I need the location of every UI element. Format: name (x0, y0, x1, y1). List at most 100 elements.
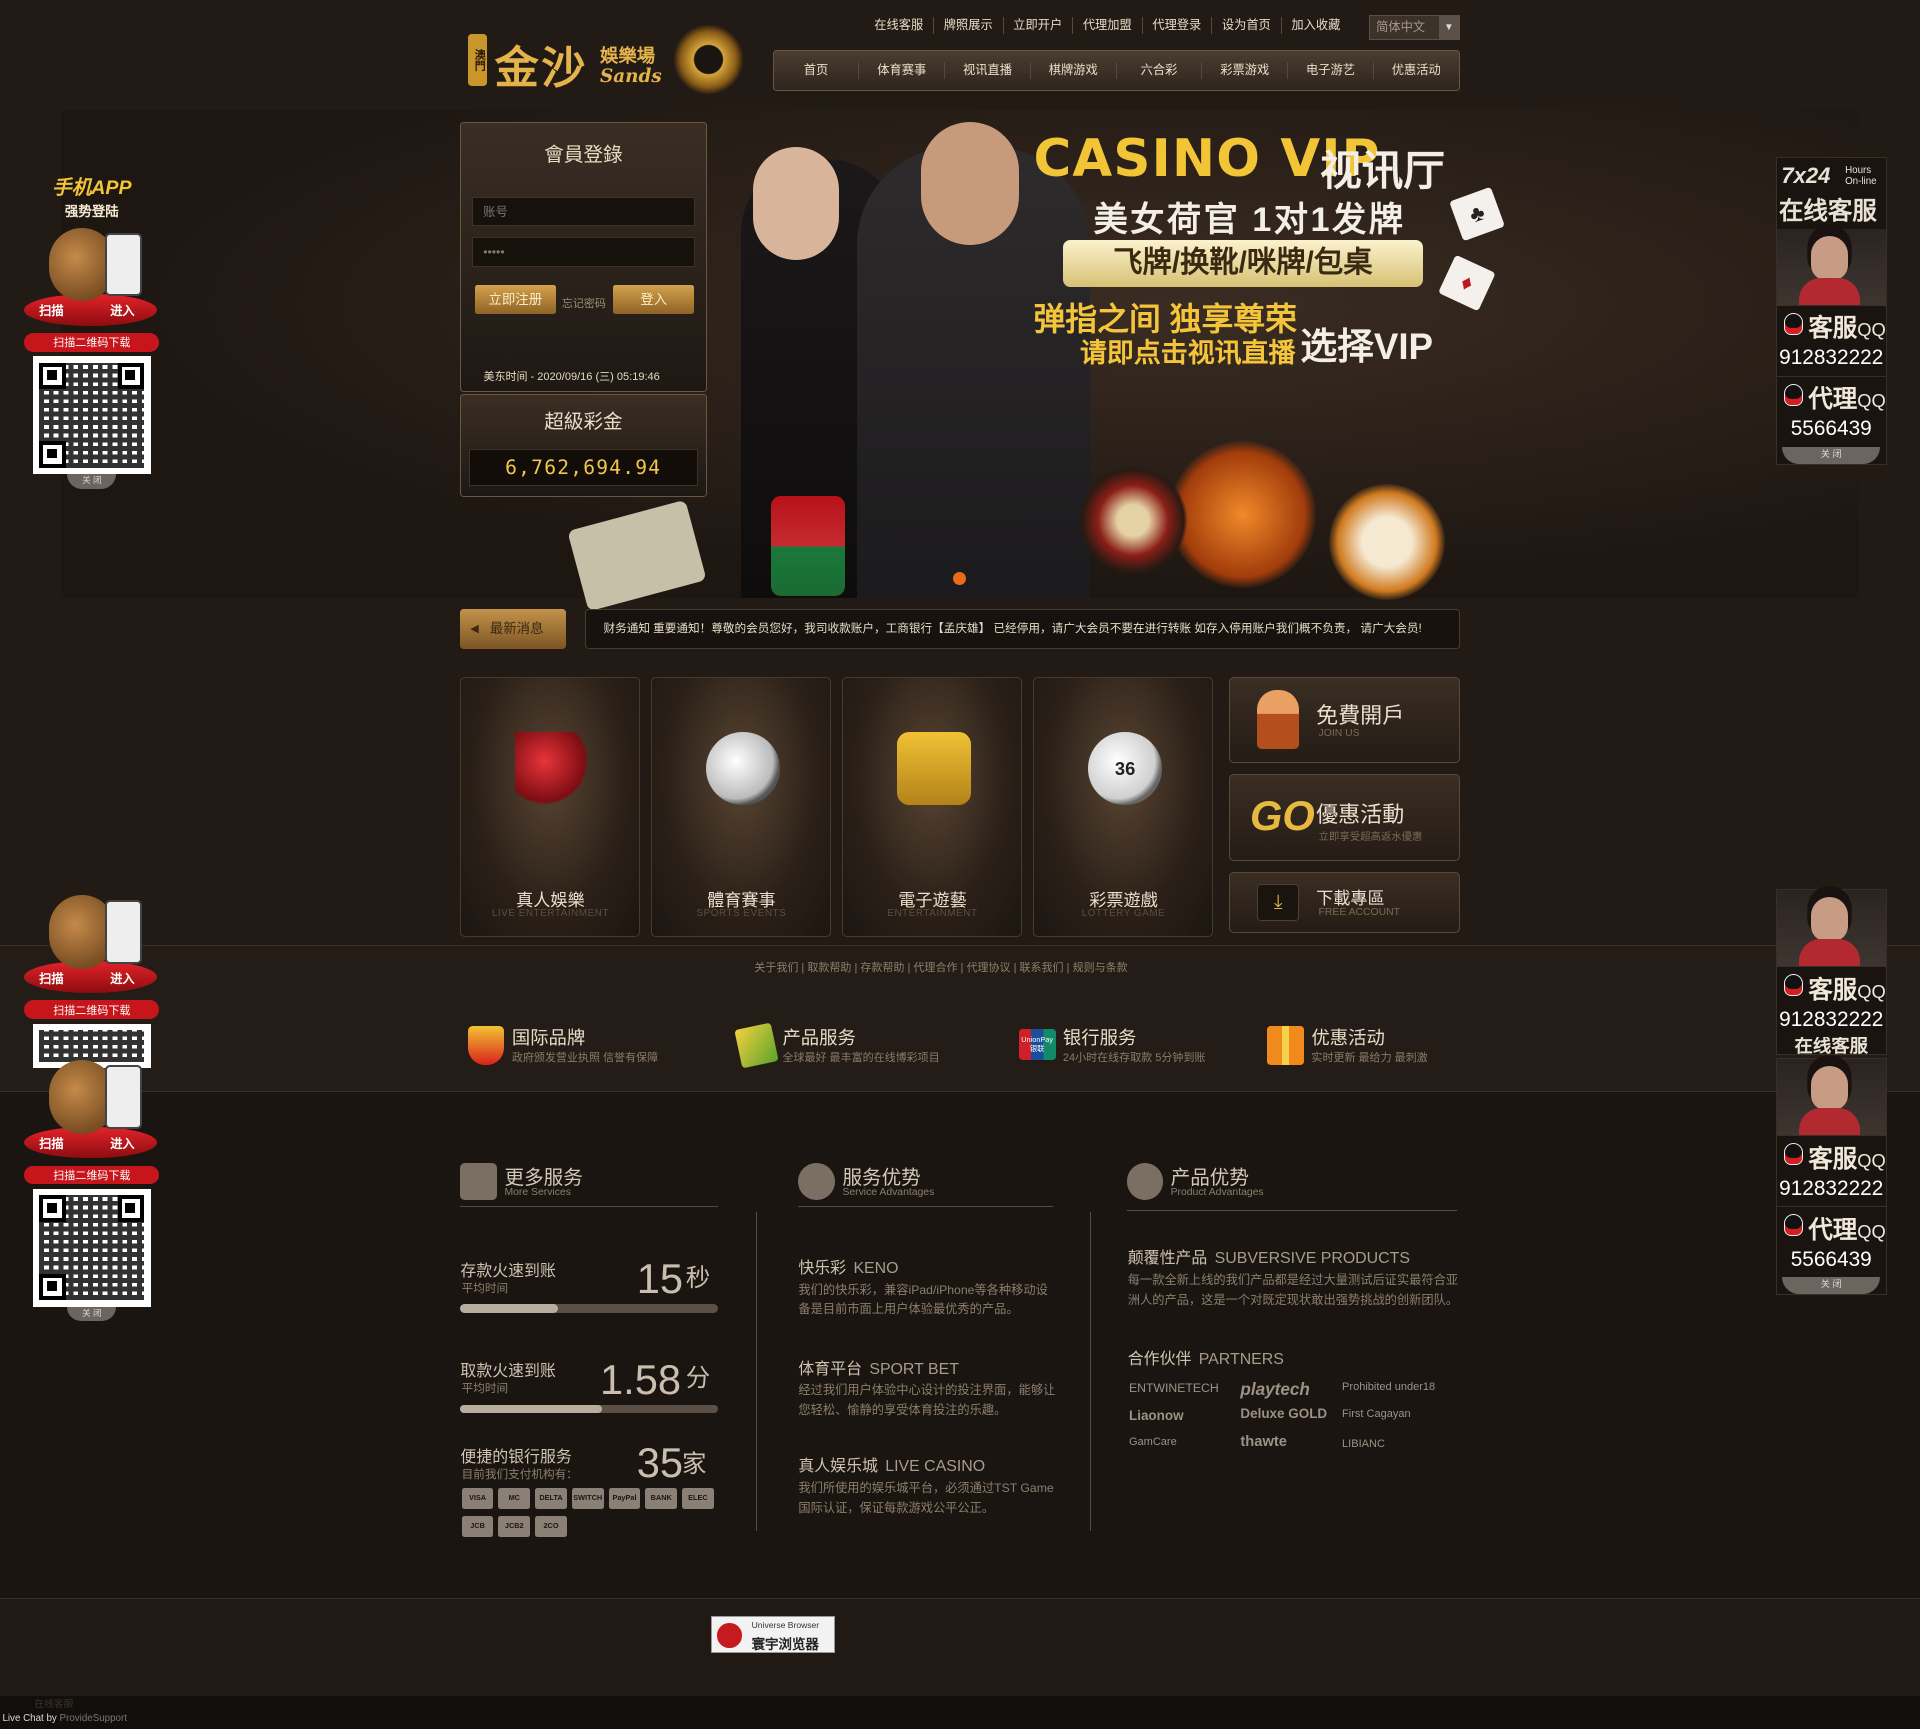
banner-line3: 请即点击视讯直播 (1080, 337, 1296, 368)
password-input[interactable] (472, 237, 696, 267)
scan-label: 扫描 (39, 1136, 64, 1151)
jackpot-title: 超級彩金 (544, 411, 623, 434)
nav-sports[interactable]: 体育赛事 (859, 61, 946, 79)
service-cn: 快乐彩 (798, 1260, 847, 1278)
top-link-agent-login[interactable]: 代理登录 (1143, 17, 1213, 35)
top-link-homepage[interactable]: 设为首页 (1212, 17, 1282, 35)
live-chat-link[interactable]: Live Chat by ProvideSupport (2, 1713, 127, 1724)
soccer-ball-icon (706, 732, 780, 806)
site-logo[interactable]: 澳門 金沙 娛樂場 Sands (465, 22, 747, 100)
partners-title: 合作伙伴 PARTNERS (1128, 1346, 1284, 1369)
stat-sub: 平均时间 (461, 1281, 509, 1295)
login-title: 會員登錄 (544, 144, 623, 167)
kefu-qq-button[interactable]: 客服QQ (1776, 304, 1886, 342)
service-desc: 我们所使用的娱乐城平台，必须通过TST Game国际认证，保证每款游戏公平公正。 (798, 1481, 1054, 1515)
top-link-license[interactable]: 牌照展示 (934, 17, 1004, 35)
feature-title: 银行服务 (1062, 1026, 1137, 1048)
feature-sub: 全球最好 最丰富的在线博彩项目 (782, 1052, 940, 1065)
partners-cn: 合作伙伴 (1127, 1350, 1192, 1368)
sun-logo-icon (673, 24, 745, 96)
qr-code (33, 1189, 151, 1307)
bottom-bar (0, 1695, 1920, 1729)
news-label-button[interactable]: 最新消息 (460, 608, 566, 649)
unionpay-text: UnionPay (1021, 1034, 1054, 1044)
column-title: 更多服务 (504, 1166, 583, 1189)
close-button[interactable]: 关 闭 (1782, 446, 1881, 464)
partners-en: PARTNERS (1198, 1350, 1284, 1368)
close-button[interactable]: 关 闭 (67, 473, 117, 489)
mascot-icon: 扫描 进入 (24, 888, 159, 1001)
game-tile-slots[interactable]: 電子遊藝 ENTERTAINMENT (842, 677, 1023, 937)
stat-sub: 平均时间 (461, 1382, 509, 1395)
nav-live[interactable]: 视讯直播 (945, 61, 1031, 79)
jcb2-icon: JCB2 (498, 1515, 531, 1537)
feature-sub: 24小时在线存取款 5分钟到账 (1062, 1052, 1206, 1065)
qr-code (33, 356, 151, 474)
product-title: 颠覆性产品 SUBVERSIVE PRODUCTS (1128, 1245, 1410, 1268)
free-account-card[interactable]: 免費開戶 JOIN US (1229, 677, 1460, 763)
username-input[interactable] (472, 196, 696, 227)
stat-unit: 分 (685, 1365, 711, 1393)
enter-label: 进入 (110, 1136, 135, 1151)
feature-title: 产品服务 (782, 1026, 856, 1048)
close-button[interactable]: 关 闭 (67, 1306, 117, 1322)
game-tile-lottery[interactable]: 36 彩票遊戲 LOTTERY GAME (1033, 677, 1214, 937)
footer-links[interactable]: 关于我们 | 取款帮助 | 存款帮助 | 代理合作 | 代理协议 | 联系我们 … (754, 959, 1127, 975)
logo-suffix: 娛樂場 (599, 44, 656, 66)
nav-home[interactable]: 首页 (774, 61, 860, 79)
register-button[interactable]: 立即注册 (474, 285, 556, 315)
scan-download-label: 扫描二维码下载 (24, 1165, 160, 1185)
divider (755, 1212, 757, 1531)
app-download-float-3: 扫描 进入 扫描二维码下载 关 闭 (24, 1053, 160, 1322)
top-link-bookmark[interactable]: 加入收藏 (1282, 17, 1351, 34)
promo-card[interactable]: GO 優惠活動 立即享受超高返水優惠 (1229, 773, 1460, 861)
app-download-float: 手机APP 强势登陆 扫描 进入 扫描二维码下载 关 闭 (24, 171, 160, 489)
stat-sub: 目前我们支付机构有： (461, 1467, 578, 1481)
service-title: 真人娱乐城 LIVE CASINO (798, 1453, 985, 1476)
nav-lottery[interactable]: 彩票游戏 (1202, 61, 1289, 79)
online-service-float-3: 客服QQ 912832222 代理QQ 5566439 关 闭 (1775, 1057, 1887, 1296)
page: ♣ ♦ CASINO VIP 视讯厅 美女荷官 1对1发牌 飞牌/换靴/咪牌/包… (0, 0, 1920, 1729)
online-service-float: 7x24 Hours On-line 在线客服 客服QQ 912832222 代… (1775, 156, 1887, 465)
dice-icon (515, 732, 589, 806)
nav-marksix[interactable]: 六合彩 (1117, 61, 1203, 79)
delta-icon: DELTA (535, 1487, 567, 1509)
forgot-password-link[interactable]: 忘记密码 (562, 295, 606, 311)
top-link-agent-join[interactable]: 代理加盟 (1073, 17, 1143, 35)
bank-icon: BANK (645, 1487, 678, 1509)
game-label-en: SPORTS EVENTS (696, 908, 787, 920)
logo-en: Sands (599, 66, 662, 88)
agent-qq-button[interactable]: 代理QQ (1776, 1205, 1886, 1244)
partner-logo: Deluxe GOLD (1240, 1405, 1328, 1421)
language-select[interactable]: 简体中文 ▼ (1368, 14, 1460, 41)
stat-unit: 家 (682, 1450, 707, 1478)
universe-browser-en: Universe Browser (751, 1619, 820, 1630)
top-link-service[interactable]: 在线客服 (864, 17, 934, 35)
partner-logo: ENTWINETECH (1128, 1381, 1219, 1396)
universe-browser-badge[interactable]: Universe Browser 寰宇浏览器 (711, 1616, 836, 1654)
qq-icon (1783, 1214, 1804, 1237)
login-button[interactable]: 登入 (613, 285, 695, 315)
top-link-register[interactable]: 立即开户 (1004, 17, 1074, 35)
qq-icon (1783, 384, 1804, 407)
service-cn: 体育平台 (798, 1360, 862, 1378)
stat-title: 取款火速到账 (460, 1362, 556, 1380)
nav-promo[interactable]: 优惠活动 (1374, 62, 1459, 79)
card-sub: JOIN US (1318, 728, 1360, 740)
coin-icon (1126, 1163, 1164, 1200)
nav-slots[interactable]: 电子游艺 (1288, 61, 1374, 79)
divider (1089, 1212, 1092, 1531)
nav-chess[interactable]: 棋牌游戏 (1031, 61, 1117, 79)
stat-bar-fill (460, 1404, 602, 1414)
stat-title: 存款火速到账 (460, 1262, 556, 1280)
stat-bar-fill (460, 1304, 559, 1313)
soccer-fire-icon (1328, 483, 1445, 600)
feature-title: 优惠活动 (1311, 1026, 1385, 1048)
agent-qq-button[interactable]: 代理QQ (1776, 375, 1886, 413)
game-tile-sports[interactable]: 體育賽事 SPORTS EVENTS (651, 677, 832, 937)
kefu-qq-button[interactable]: 客服QQ (1776, 965, 1886, 1004)
download-card[interactable]: ⤓ 下載專區 FREE ACCOUNT (1229, 871, 1460, 934)
kefu-qq-button[interactable]: 客服QQ (1776, 1134, 1886, 1173)
close-button[interactable]: 关 闭 (1782, 1276, 1881, 1295)
game-tile-live[interactable]: 真人娛樂 LIVE ENTERTAINMENT (460, 677, 641, 937)
